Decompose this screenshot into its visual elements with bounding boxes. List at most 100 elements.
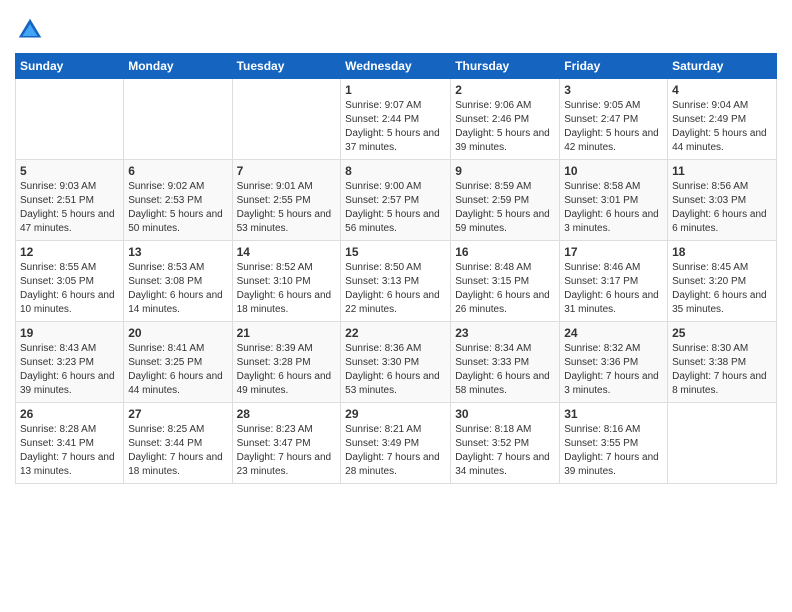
day-number: 30 bbox=[455, 407, 555, 421]
day-info: Sunrise: 8:30 AM Sunset: 3:38 PM Dayligh… bbox=[672, 342, 772, 398]
day-info: Sunrise: 8:28 AM Sunset: 3:41 PM Dayligh… bbox=[20, 423, 119, 479]
day-info: Sunrise: 8:52 AM Sunset: 3:10 PM Dayligh… bbox=[237, 261, 337, 317]
day-number: 8 bbox=[345, 164, 446, 178]
calendar-cell bbox=[232, 79, 341, 160]
day-number: 20 bbox=[128, 326, 227, 340]
day-info: Sunrise: 8:46 AM Sunset: 3:17 PM Dayligh… bbox=[564, 261, 663, 317]
day-info: Sunrise: 9:05 AM Sunset: 2:47 PM Dayligh… bbox=[564, 99, 663, 155]
calendar-cell: 30Sunrise: 8:18 AM Sunset: 3:52 PM Dayli… bbox=[451, 403, 560, 484]
day-info: Sunrise: 9:07 AM Sunset: 2:44 PM Dayligh… bbox=[345, 99, 446, 155]
day-number: 3 bbox=[564, 83, 663, 97]
calendar-header-friday: Friday bbox=[560, 54, 668, 79]
calendar-header-tuesday: Tuesday bbox=[232, 54, 341, 79]
calendar-cell: 23 Sunrise: 8:34 AM Sunset: 3:33 PM Dayli… bbox=[451, 322, 560, 403]
calendar-cell: 10 Sunrise: 8:58 AM Sunset: 3:01 PM Dayli… bbox=[560, 160, 668, 241]
calendar-header-monday: Monday bbox=[124, 54, 232, 79]
day-number: 16 bbox=[455, 245, 555, 259]
day-info: Sunrise: 8:21 AM Sunset: 3:49 PM Dayligh… bbox=[345, 423, 446, 479]
calendar-cell bbox=[124, 79, 232, 160]
calendar-cell: 25 Sunrise: 8:30 AM Sunset: 3:38 PM Dayli… bbox=[668, 322, 777, 403]
calendar-cell: 2 Sunrise: 9:06 AM Sunset: 2:46 PM Daylig… bbox=[451, 79, 560, 160]
calendar-cell: 15 Sunrise: 8:50 AM Sunset: 3:13 PM Dayli… bbox=[341, 241, 451, 322]
day-number: 12 bbox=[20, 245, 119, 259]
day-info: Sunrise: 8:34 AM Sunset: 3:33 PM Dayligh… bbox=[455, 342, 555, 398]
calendar-cell: 16 Sunrise: 8:48 AM Sunset: 3:15 PM Dayli… bbox=[451, 241, 560, 322]
day-number: 15 bbox=[345, 245, 446, 259]
calendar-cell: 12 Sunrise: 8:55 AM Sunset: 3:05 PM Dayli… bbox=[16, 241, 124, 322]
calendar-cell: 11Sunrise: 8:56 AM Sunset: 3:03 PM Dayli… bbox=[668, 160, 777, 241]
logo bbox=[15, 15, 49, 45]
calendar-header-saturday: Saturday bbox=[668, 54, 777, 79]
day-info: Sunrise: 9:03 AM Sunset: 2:51 PM Dayligh… bbox=[20, 180, 119, 236]
day-number: 2 bbox=[455, 83, 555, 97]
calendar-cell: 22 Sunrise: 8:36 AM Sunset: 3:30 PM Dayli… bbox=[341, 322, 451, 403]
day-info: Sunrise: 8:25 AM Sunset: 3:44 PM Dayligh… bbox=[128, 423, 227, 479]
calendar-cell: 19 Sunrise: 8:43 AM Sunset: 3:23 PM Dayli… bbox=[16, 322, 124, 403]
day-info: Sunrise: 9:04 AM Sunset: 2:49 PM Dayligh… bbox=[672, 99, 772, 155]
day-number: 17 bbox=[564, 245, 663, 259]
calendar-header-row: SundayMondayTuesdayWednesdayThursdayFrid… bbox=[16, 54, 777, 79]
day-number: 18 bbox=[672, 245, 772, 259]
day-number: 5 bbox=[20, 164, 119, 178]
day-info: Sunrise: 8:41 AM Sunset: 3:25 PM Dayligh… bbox=[128, 342, 227, 398]
day-info: Sunrise: 8:45 AM Sunset: 3:20 PM Dayligh… bbox=[672, 261, 772, 317]
calendar-cell: 1 Sunrise: 9:07 AM Sunset: 2:44 PM Daylig… bbox=[341, 79, 451, 160]
day-number: 25 bbox=[672, 326, 772, 340]
calendar-cell: 13 Sunrise: 8:53 AM Sunset: 3:08 PM Dayli… bbox=[124, 241, 232, 322]
calendar-cell: 21Sunrise: 8:39 AM Sunset: 3:28 PM Dayli… bbox=[232, 322, 341, 403]
day-info: Sunrise: 8:39 AM Sunset: 3:28 PM Dayligh… bbox=[237, 342, 337, 398]
calendar-cell: 5 Sunrise: 9:03 AM Sunset: 2:51 PM Daylig… bbox=[16, 160, 124, 241]
calendar-week-1: 1 Sunrise: 9:07 AM Sunset: 2:44 PM Daylig… bbox=[16, 79, 777, 160]
day-info: Sunrise: 8:36 AM Sunset: 3:30 PM Dayligh… bbox=[345, 342, 446, 398]
day-number: 7 bbox=[237, 164, 337, 178]
calendar-cell: 18 Sunrise: 8:45 AM Sunset: 3:20 PM Dayli… bbox=[668, 241, 777, 322]
calendar-cell: 8 Sunrise: 9:00 AM Sunset: 2:57 PM Daylig… bbox=[341, 160, 451, 241]
calendar-body: 1 Sunrise: 9:07 AM Sunset: 2:44 PM Daylig… bbox=[16, 79, 777, 484]
calendar-cell: 4 Sunrise: 9:04 AM Sunset: 2:49 PM Daylig… bbox=[668, 79, 777, 160]
calendar-week-4: 19 Sunrise: 8:43 AM Sunset: 3:23 PM Dayli… bbox=[16, 322, 777, 403]
day-number: 13 bbox=[128, 245, 227, 259]
logo-icon bbox=[15, 15, 45, 45]
day-info: Sunrise: 9:00 AM Sunset: 2:57 PM Dayligh… bbox=[345, 180, 446, 236]
calendar-cell: 24 Sunrise: 8:32 AM Sunset: 3:36 PM Dayli… bbox=[560, 322, 668, 403]
calendar-cell: 31 Sunrise: 8:16 AM Sunset: 3:55 PM Dayli… bbox=[560, 403, 668, 484]
day-number: 28 bbox=[237, 407, 337, 421]
day-number: 22 bbox=[345, 326, 446, 340]
calendar-cell: 7Sunrise: 9:01 AM Sunset: 2:55 PM Daylig… bbox=[232, 160, 341, 241]
day-info: Sunrise: 8:32 AM Sunset: 3:36 PM Dayligh… bbox=[564, 342, 663, 398]
day-info: Sunrise: 9:06 AM Sunset: 2:46 PM Dayligh… bbox=[455, 99, 555, 155]
day-info: Sunrise: 8:56 AM Sunset: 3:03 PM Dayligh… bbox=[672, 180, 772, 236]
day-number: 14 bbox=[237, 245, 337, 259]
day-number: 19 bbox=[20, 326, 119, 340]
day-info: Sunrise: 8:53 AM Sunset: 3:08 PM Dayligh… bbox=[128, 261, 227, 317]
day-number: 31 bbox=[564, 407, 663, 421]
day-info: Sunrise: 8:43 AM Sunset: 3:23 PM Dayligh… bbox=[20, 342, 119, 398]
day-info: Sunrise: 8:59 AM Sunset: 2:59 PM Dayligh… bbox=[455, 180, 555, 236]
page-container: SundayMondayTuesdayWednesdayThursdayFrid… bbox=[0, 0, 792, 499]
day-number: 29 bbox=[345, 407, 446, 421]
day-number: 24 bbox=[564, 326, 663, 340]
calendar-week-3: 12 Sunrise: 8:55 AM Sunset: 3:05 PM Dayli… bbox=[16, 241, 777, 322]
day-info: Sunrise: 8:16 AM Sunset: 3:55 PM Dayligh… bbox=[564, 423, 663, 479]
day-number: 4 bbox=[672, 83, 772, 97]
day-number: 23 bbox=[455, 326, 555, 340]
day-info: Sunrise: 8:50 AM Sunset: 3:13 PM Dayligh… bbox=[345, 261, 446, 317]
calendar-cell: 17 Sunrise: 8:46 AM Sunset: 3:17 PM Dayli… bbox=[560, 241, 668, 322]
calendar-cell: 9 Sunrise: 8:59 AM Sunset: 2:59 PM Daylig… bbox=[451, 160, 560, 241]
calendar-header-thursday: Thursday bbox=[451, 54, 560, 79]
day-number: 27 bbox=[128, 407, 227, 421]
day-info: Sunrise: 9:02 AM Sunset: 2:53 PM Dayligh… bbox=[128, 180, 227, 236]
calendar-table: SundayMondayTuesdayWednesdayThursdayFrid… bbox=[15, 53, 777, 484]
day-info: Sunrise: 8:55 AM Sunset: 3:05 PM Dayligh… bbox=[20, 261, 119, 317]
calendar-cell: 6Sunrise: 9:02 AM Sunset: 2:53 PM Daylig… bbox=[124, 160, 232, 241]
calendar-header-wednesday: Wednesday bbox=[341, 54, 451, 79]
day-info: Sunrise: 8:23 AM Sunset: 3:47 PM Dayligh… bbox=[237, 423, 337, 479]
day-number: 10 bbox=[564, 164, 663, 178]
calendar-week-5: 26Sunrise: 8:28 AM Sunset: 3:41 PM Dayli… bbox=[16, 403, 777, 484]
day-number: 1 bbox=[345, 83, 446, 97]
day-number: 9 bbox=[455, 164, 555, 178]
day-info: Sunrise: 8:48 AM Sunset: 3:15 PM Dayligh… bbox=[455, 261, 555, 317]
day-info: Sunrise: 8:58 AM Sunset: 3:01 PM Dayligh… bbox=[564, 180, 663, 236]
calendar-cell bbox=[16, 79, 124, 160]
calendar-week-2: 5 Sunrise: 9:03 AM Sunset: 2:51 PM Daylig… bbox=[16, 160, 777, 241]
